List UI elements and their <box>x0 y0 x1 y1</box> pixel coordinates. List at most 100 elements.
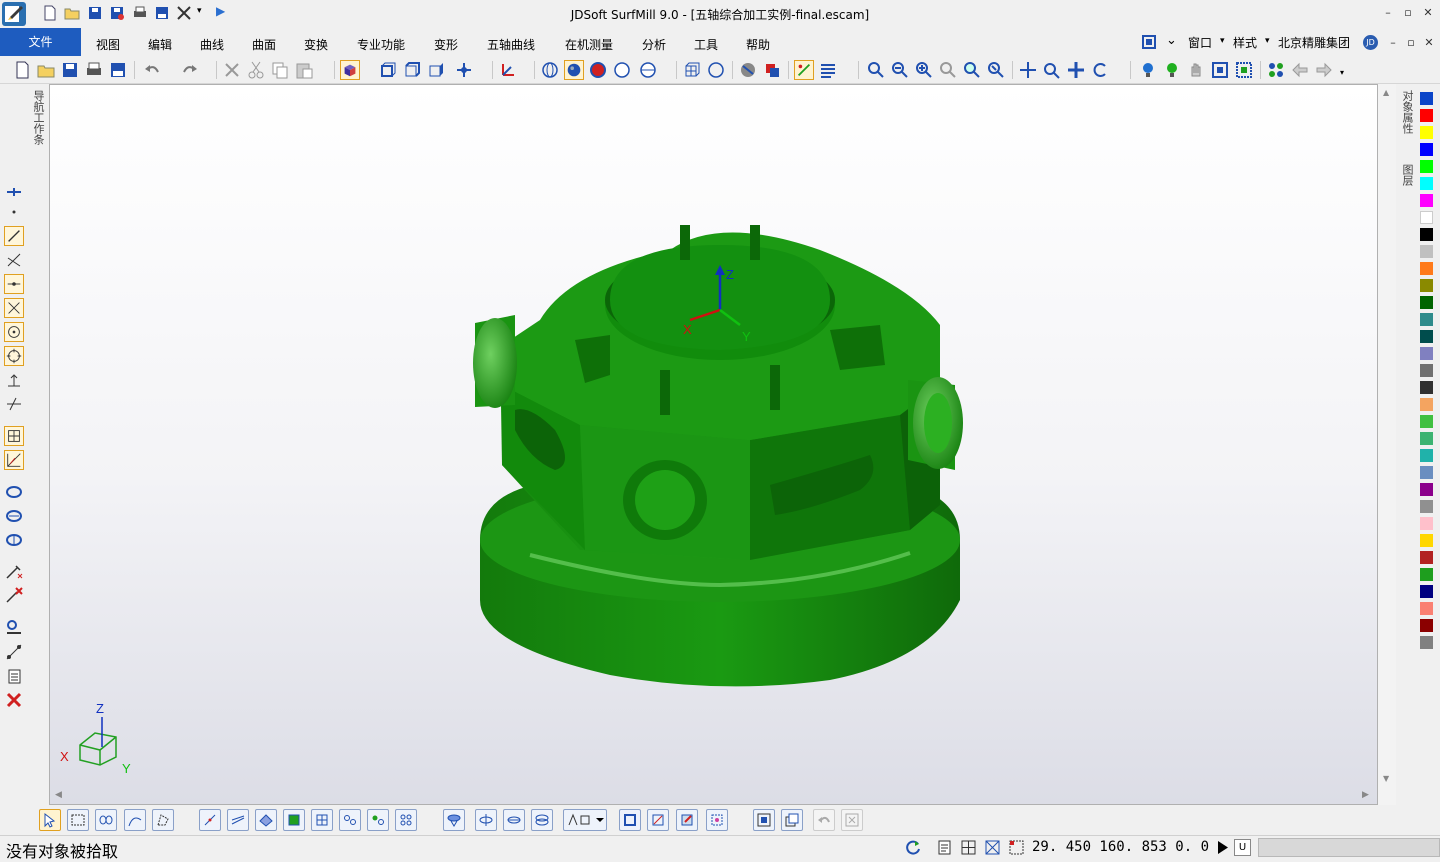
style-dropdown-icon[interactable]: ▾ <box>1265 36 1270 46</box>
surface-tool-3-icon[interactable] <box>4 530 24 550</box>
layer-select-1-button[interactable] <box>753 809 775 831</box>
view-select-3-button[interactable] <box>676 809 698 831</box>
menu-onmachine-measure[interactable]: 在机测量 <box>565 36 613 53</box>
ortho-toggle-icon[interactable] <box>984 839 1001 856</box>
select-box-icon[interactable] <box>1210 60 1230 80</box>
grid-toggle-icon[interactable] <box>960 839 977 856</box>
shaded-sphere-icon[interactable] <box>564 60 584 80</box>
trim-icon[interactable] <box>4 394 24 414</box>
menu-tools[interactable]: 工具 <box>694 36 718 53</box>
menu-deform[interactable]: 变形 <box>434 36 458 53</box>
menu-professional[interactable]: 专业功能 <box>357 36 405 53</box>
palette-swatch[interactable] <box>1420 636 1433 649</box>
arc-tool-icon[interactable] <box>4 346 24 366</box>
zoom-fit-icon[interactable] <box>986 60 1006 80</box>
copy-icon[interactable] <box>270 60 290 80</box>
zoom-out-icon[interactable] <box>890 60 910 80</box>
top-view-icon[interactable] <box>402 60 422 80</box>
list-tool-icon[interactable] <box>4 666 24 686</box>
view-select-1-button[interactable] <box>619 809 641 831</box>
select-group-button[interactable] <box>339 809 361 831</box>
u-toggle-button[interactable]: U <box>1234 839 1251 856</box>
palette-swatch[interactable] <box>1420 619 1433 632</box>
zoom-in-icon[interactable] <box>914 60 934 80</box>
doc-minimize-button[interactable]: – <box>1384 36 1402 49</box>
palette-swatch[interactable] <box>1420 602 1433 615</box>
view-select-4-button[interactable] <box>706 809 728 831</box>
menu-view[interactable]: 视图 <box>96 36 120 53</box>
pan-icon[interactable] <box>1018 60 1038 80</box>
fullscreen-icon[interactable] <box>1141 34 1157 50</box>
delete-icon[interactable] <box>222 60 242 80</box>
layer-list-icon[interactable] <box>818 60 838 80</box>
group-icon[interactable] <box>1266 60 1286 80</box>
palette-swatch[interactable] <box>1420 483 1433 496</box>
grid-cube-icon[interactable] <box>682 60 702 80</box>
menu-style[interactable]: 样式 <box>1233 34 1257 51</box>
menu-analysis[interactable]: 分析 <box>642 36 666 53</box>
material-sphere-icon[interactable] <box>588 60 608 80</box>
select-color-button[interactable] <box>395 809 417 831</box>
palette-swatch[interactable] <box>1420 194 1433 207</box>
palette-swatch[interactable] <box>1420 415 1433 428</box>
texture-icon[interactable] <box>738 60 758 80</box>
select-points-button[interactable] <box>199 809 221 831</box>
filter-2-button[interactable] <box>475 809 497 831</box>
menu-edit[interactable]: 编辑 <box>148 36 172 53</box>
menu-five-axis-curve[interactable]: 五轴曲线 <box>487 36 535 53</box>
circle-tool-icon[interactable] <box>4 322 24 342</box>
toolbar-overflow-icon[interactable]: ▾ <box>1340 68 1344 77</box>
menu-file[interactable]: 文件 <box>0 28 81 56</box>
doc-restore-button[interactable]: ▫ <box>1402 36 1420 49</box>
cross-line-icon[interactable] <box>4 298 24 318</box>
shaded-view-icon[interactable] <box>340 60 360 80</box>
select-all-icon[interactable] <box>1234 60 1254 80</box>
palette-swatch[interactable] <box>1420 500 1433 513</box>
scroll-left-icon[interactable]: ◀ <box>55 790 62 800</box>
restore-button[interactable]: ▫ <box>1399 6 1417 19</box>
zoom-window-icon[interactable] <box>866 60 886 80</box>
view-orient-icon[interactable] <box>454 60 474 80</box>
redo-icon[interactable] <box>180 60 200 80</box>
tab-object-properties[interactable]: 对象属性 <box>1399 90 1415 134</box>
select-lines-button[interactable] <box>227 809 249 831</box>
navigation-workbar-tab[interactable]: 导航工作条 <box>28 84 48 174</box>
surface-tool-1-icon[interactable] <box>4 482 24 502</box>
move-view-icon[interactable] <box>1066 60 1086 80</box>
light-green-icon[interactable] <box>1162 60 1182 80</box>
select-chain-button[interactable] <box>95 809 117 831</box>
palette-swatch[interactable] <box>1420 296 1433 309</box>
side-view-icon[interactable] <box>426 60 446 80</box>
palette-swatch[interactable] <box>1420 313 1433 326</box>
wireframe-sphere-icon[interactable] <box>540 60 560 80</box>
palette-swatch[interactable] <box>1420 398 1433 411</box>
undo-icon[interactable] <box>142 60 162 80</box>
scroll-up-icon[interactable]: ▲ <box>1383 88 1389 97</box>
delete-x-icon[interactable] <box>4 690 24 710</box>
filter-1-button[interactable] <box>443 809 465 831</box>
filter-4-button[interactable] <box>531 809 553 831</box>
scroll-down-icon[interactable]: ▼ <box>1383 774 1389 783</box>
palette-swatch[interactable] <box>1420 534 1433 547</box>
open-file-icon[interactable] <box>36 60 56 80</box>
layer-color-icon[interactable] <box>762 60 782 80</box>
tab-layers[interactable]: 图层 <box>1399 164 1415 186</box>
angle-line-icon[interactable] <box>4 250 24 270</box>
palette-swatch[interactable] <box>1420 585 1433 598</box>
palette-swatch[interactable] <box>1420 364 1433 377</box>
move-handle-icon[interactable] <box>4 182 24 202</box>
coord-display-icon[interactable] <box>1008 839 1025 856</box>
dimension-icon[interactable] <box>4 370 24 390</box>
avatar[interactable]: JD <box>1363 35 1378 50</box>
menu-curve[interactable]: 曲线 <box>200 36 224 53</box>
palette-swatch[interactable] <box>1420 262 1433 275</box>
menu-surface[interactable]: 曲面 <box>252 36 276 53</box>
hand-icon[interactable] <box>1186 60 1206 80</box>
filter-dropdown[interactable] <box>563 809 607 831</box>
chevron-down-icon[interactable]: ⌄ <box>1166 33 1177 48</box>
paste-icon[interactable] <box>294 60 314 80</box>
front-view-icon[interactable] <box>378 60 398 80</box>
link-icon[interactable] <box>4 642 24 662</box>
split-delete-icon[interactable] <box>4 586 24 606</box>
scroll-right-icon[interactable]: ▶ <box>1362 790 1369 800</box>
